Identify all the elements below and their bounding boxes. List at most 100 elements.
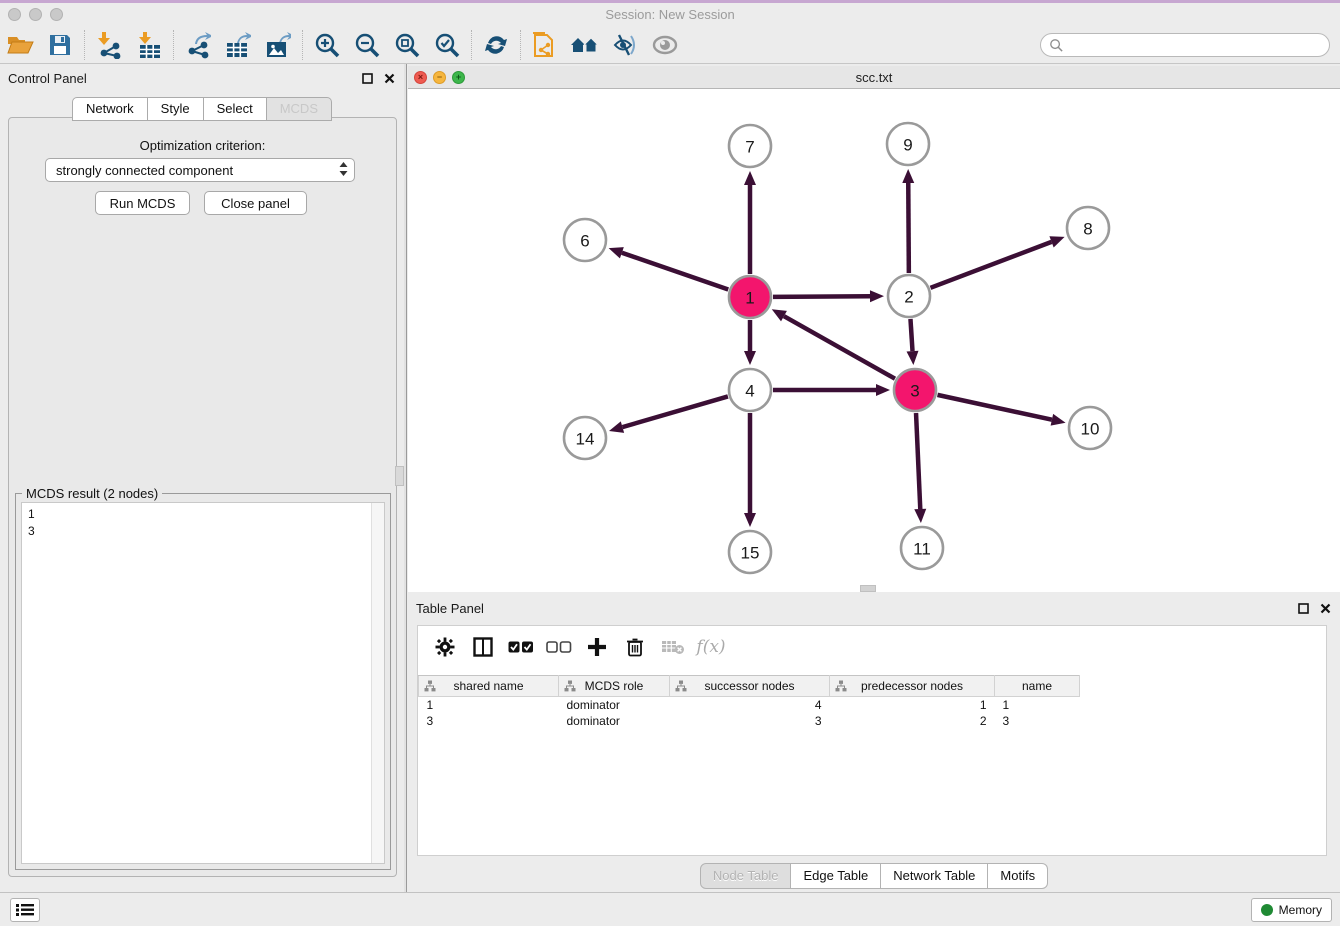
cell-successor-nodes[interactable]: 4 <box>670 697 830 713</box>
mcds-result-group: MCDS result (2 nodes) 1 3 <box>15 493 391 870</box>
edge-2-9[interactable] <box>908 183 909 273</box>
tab-node-table[interactable]: Node Table <box>700 863 792 889</box>
criterion-dropdown[interactable]: strongly connected component <box>45 158 355 182</box>
tab-edge-table[interactable]: Edge Table <box>791 863 881 889</box>
column-header-name[interactable]: name <box>995 676 1080 697</box>
graph-node-4[interactable]: 4 <box>729 369 771 411</box>
tab-network[interactable]: Network <box>72 97 148 121</box>
tab-style[interactable]: Style <box>148 97 204 121</box>
edge-1-6[interactable] <box>622 253 728 290</box>
horizontal-splitter-handle[interactable] <box>860 585 876 592</box>
svg-text:1: 1 <box>745 289 754 308</box>
column-header-mcds-role[interactable]: MCDS role <box>559 676 670 697</box>
zoom-out-button[interactable] <box>347 29 387 61</box>
apply-layout-button[interactable] <box>476 29 516 61</box>
run-mcds-button[interactable]: Run MCDS <box>95 191 190 215</box>
cell-mcds-role[interactable]: dominator <box>559 697 670 713</box>
column-header-predecessor-nodes[interactable]: predecessor nodes <box>830 676 995 697</box>
save-session-button[interactable] <box>40 29 80 61</box>
column-header-shared-name[interactable]: shared name <box>419 676 559 697</box>
cell-predecessor-nodes[interactable]: 2 <box>830 713 995 729</box>
export-table-icon <box>225 31 251 59</box>
deselect-all-columns-button[interactable] <box>540 633 578 661</box>
export-image-button[interactable] <box>258 29 298 61</box>
table-panel-header: Table Panel <box>408 594 1340 622</box>
function-builder-button[interactable]: f(x) <box>692 633 730 661</box>
close-panel-button[interactable]: Close panel <box>204 191 307 215</box>
close-panel-icon[interactable] <box>383 72 396 85</box>
table-settings-button[interactable] <box>426 633 464 661</box>
float-panel-icon[interactable] <box>361 72 374 85</box>
export-image-icon <box>265 31 291 59</box>
toggle-column-view-button[interactable] <box>464 633 502 661</box>
tab-mcds[interactable]: MCDS <box>267 97 332 121</box>
open-session-button[interactable] <box>0 29 40 61</box>
graph-node-15[interactable]: 15 <box>729 531 771 573</box>
graph-node-1[interactable]: 1 <box>729 276 771 318</box>
task-history-button[interactable] <box>10 898 40 922</box>
graph-node-9[interactable]: 9 <box>887 123 929 165</box>
svg-text:2: 2 <box>904 288 913 307</box>
column-header-successor-nodes[interactable]: successor nodes <box>670 676 830 697</box>
graph-node-6[interactable]: 6 <box>564 219 606 261</box>
tab-motifs[interactable]: Motifs <box>988 863 1048 889</box>
export-network-button[interactable] <box>178 29 218 61</box>
zoom-selected-button[interactable] <box>427 29 467 61</box>
memory-button[interactable]: Memory <box>1251 898 1332 922</box>
graph-node-2[interactable]: 2 <box>888 275 930 317</box>
mcds-tab-content: Optimization criterion: strongly connect… <box>8 117 397 877</box>
hide-graphics-details-button[interactable] <box>605 29 645 61</box>
close-table-panel-icon[interactable] <box>1319 602 1332 615</box>
zoom-fit-button[interactable] <box>387 29 427 61</box>
import-table-button[interactable] <box>129 29 169 61</box>
add-column-button[interactable] <box>578 633 616 661</box>
graph-node-3[interactable]: 3 <box>894 369 936 411</box>
cell-successor-nodes[interactable]: 3 <box>670 713 830 729</box>
edge-3-10[interactable] <box>937 395 1051 420</box>
zoom-in-button[interactable] <box>307 29 347 61</box>
cell-mcds-role[interactable]: dominator <box>559 713 670 729</box>
table-row[interactable]: 1 dominator 4 1 1 <box>419 697 1080 713</box>
graph-node-11[interactable]: 11 <box>901 527 943 569</box>
edge-2-3[interactable] <box>910 319 912 351</box>
vertical-splitter-handle[interactable] <box>395 466 404 486</box>
select-all-columns-button[interactable] <box>502 633 540 661</box>
tab-select[interactable]: Select <box>204 97 267 121</box>
table-row[interactable]: 3 dominator 3 2 3 <box>419 713 1080 729</box>
control-panel: Control Panel Network Style Select MCDS … <box>0 64 404 892</box>
mcds-result-text[interactable]: 1 3 <box>21 502 385 864</box>
vertical-splitter[interactable] <box>404 64 407 892</box>
graph-node-10[interactable]: 10 <box>1069 407 1111 449</box>
node-table: shared name MCDS role successor nodes pr… <box>418 675 1079 729</box>
graph-node-14[interactable]: 14 <box>564 417 606 459</box>
export-table-button[interactable] <box>218 29 258 61</box>
edge-1-2[interactable] <box>773 296 870 297</box>
cell-shared-name[interactable]: 1 <box>419 697 559 713</box>
svg-text:6: 6 <box>580 232 589 251</box>
edge-4-14[interactable] <box>622 396 727 427</box>
float-table-panel-icon[interactable] <box>1297 602 1310 615</box>
mcds-result-scrollbar[interactable] <box>371 503 384 863</box>
svg-text:7: 7 <box>745 138 754 157</box>
search-input[interactable] <box>1064 35 1329 55</box>
search-box[interactable] <box>1040 33 1330 57</box>
network-from-selection-button[interactable] <box>525 29 565 61</box>
delete-column-button[interactable] <box>616 633 654 661</box>
cell-shared-name[interactable]: 3 <box>419 713 559 729</box>
edge-3-1[interactable] <box>784 316 895 379</box>
network-from-selection-icon <box>532 31 558 59</box>
network-canvas[interactable]: 1 2 3 4 6 7 8 9 10 11 14 15 <box>408 89 1338 592</box>
cell-predecessor-nodes[interactable]: 1 <box>830 697 995 713</box>
delete-table-button[interactable] <box>654 633 692 661</box>
import-network-button[interactable] <box>89 29 129 61</box>
cell-name[interactable]: 1 <box>995 697 1080 713</box>
zoom-selected-icon <box>434 32 460 58</box>
show-graphics-details-button[interactable] <box>645 29 685 61</box>
edge-3-11[interactable] <box>916 413 920 509</box>
cell-name[interactable]: 3 <box>995 713 1080 729</box>
homes-button[interactable] <box>565 29 605 61</box>
graph-node-7[interactable]: 7 <box>729 125 771 167</box>
tab-network-table[interactable]: Network Table <box>881 863 988 889</box>
graph-node-8[interactable]: 8 <box>1067 207 1109 249</box>
edge-2-8[interactable] <box>931 242 1052 288</box>
